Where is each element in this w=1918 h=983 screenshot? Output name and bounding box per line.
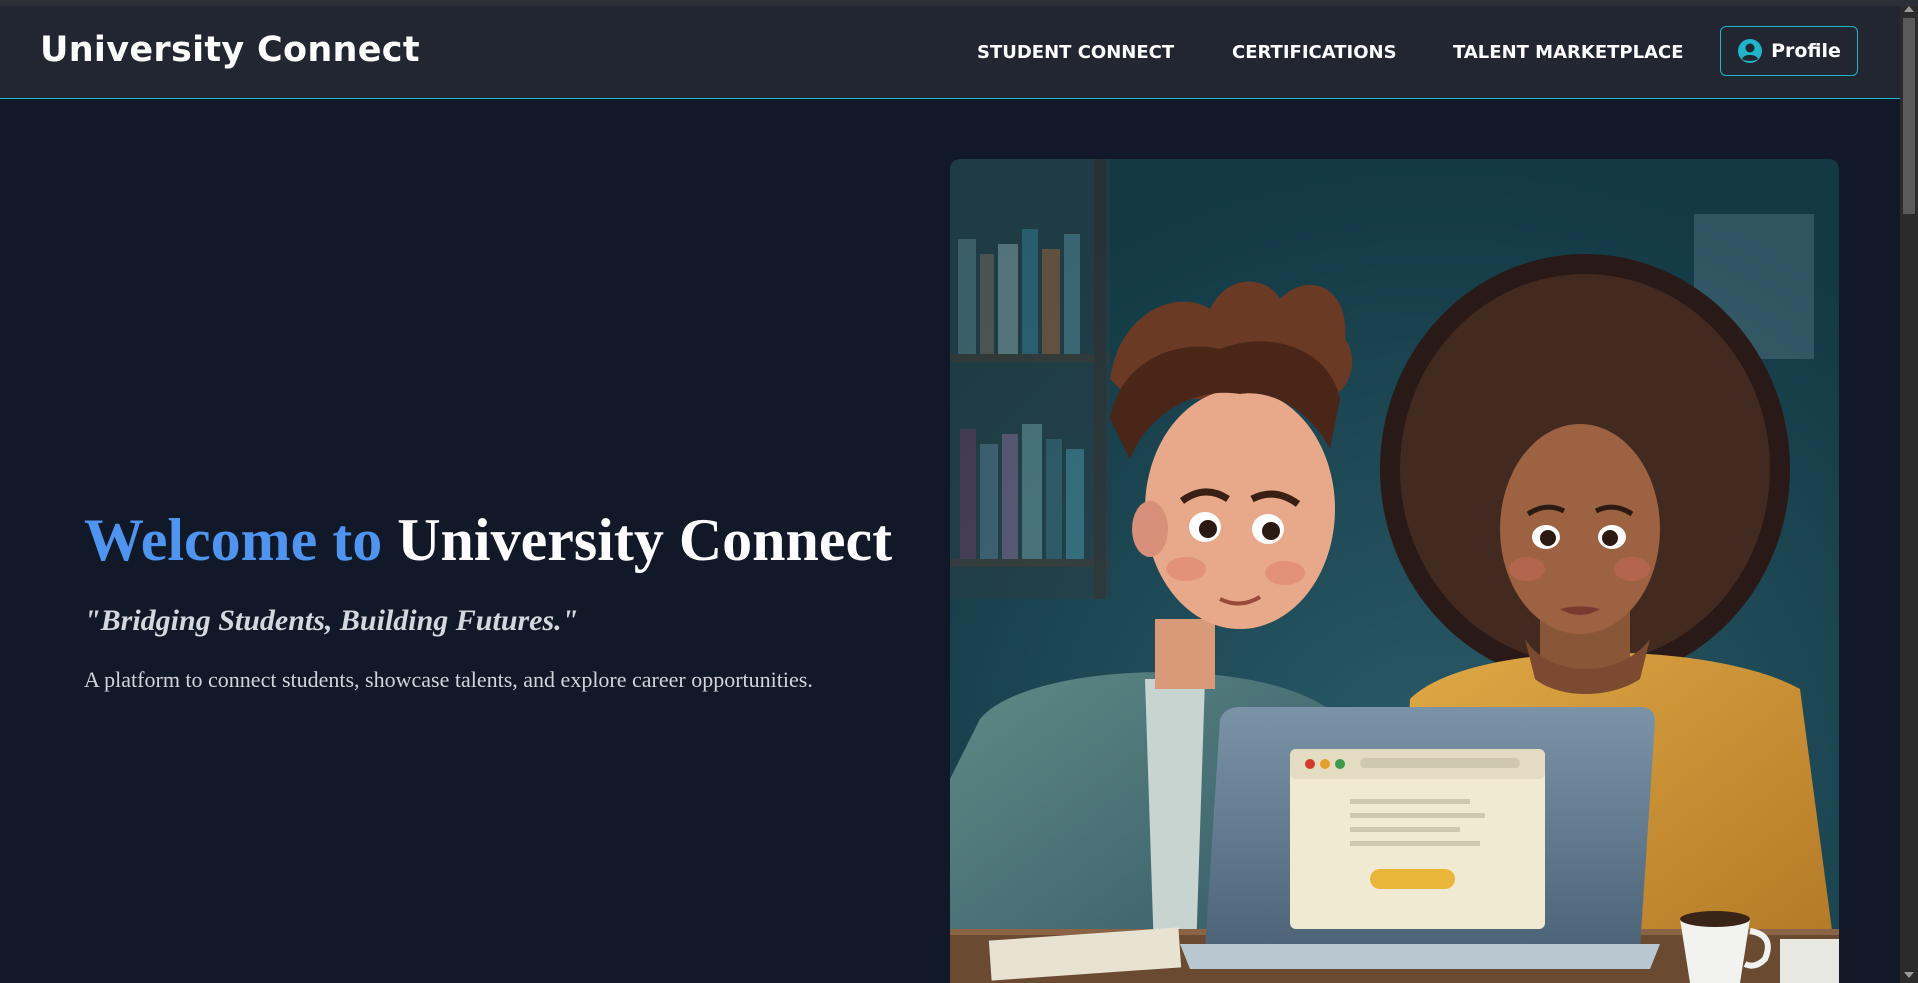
scroll-thumb[interactable] [1903, 18, 1915, 214]
profile-label: Profile [1771, 40, 1841, 62]
navbar: University Connect STUDENT CONNECT CERTI… [0, 6, 1900, 99]
brand-logo[interactable]: University Connect [40, 30, 420, 70]
nav-talent-marketplace[interactable]: TALENT MARKETPLACE [1453, 42, 1684, 63]
nav-certifications[interactable]: CERTIFICATIONS [1232, 42, 1397, 63]
hero-description: A platform to connect students, showcase… [84, 667, 813, 692]
hero-title-main: University Connect [397, 507, 893, 573]
scroll-down-arrow-icon[interactable] [1904, 972, 1914, 978]
hero-title: Welcome to University Connect [84, 507, 892, 573]
nav-student-connect[interactable]: STUDENT CONNECT [977, 42, 1174, 63]
hero-tagline: "Bridging Students, Building Futures." [84, 604, 579, 637]
hero-illustration [950, 159, 1839, 983]
user-circle-icon [1737, 38, 1763, 64]
profile-button[interactable]: Profile [1720, 26, 1858, 76]
hero-title-accent: Welcome to [84, 507, 383, 573]
scroll-up-arrow-icon[interactable] [1904, 6, 1914, 12]
page-scrollbar[interactable] [1900, 6, 1918, 983]
